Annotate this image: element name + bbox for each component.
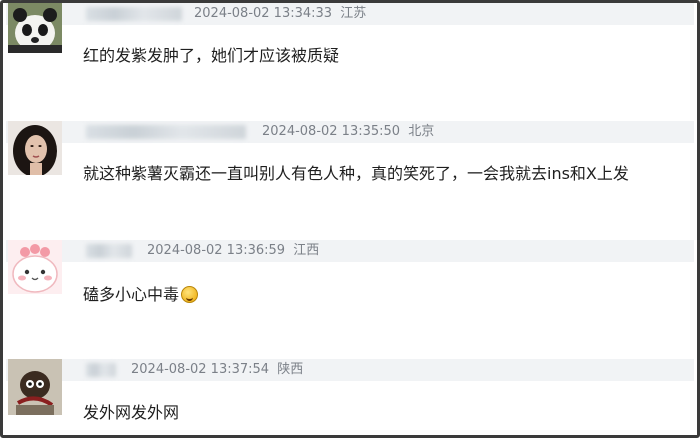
- comment-location: 江西: [293, 243, 320, 258]
- comment-timestamp: 2024-08-02 13:35:50: [262, 124, 401, 139]
- comment-meta: 2024-08-02 13:37:54 陕西: [131, 361, 303, 379]
- comment-item: 2024-08-02 13:34:33 江苏 红的发紫发肿了，她们才应该被质疑: [6, 3, 694, 113]
- comment-meta: 2024-08-02 13:36:59 江西: [147, 242, 319, 260]
- username-blurred[interactable]: [86, 244, 132, 258]
- username-blurred[interactable]: [86, 363, 116, 377]
- cartoon-character-avatar[interactable]: [8, 359, 62, 415]
- comment-text-content: 磕多小心中毒: [83, 285, 180, 304]
- comment-text: 红的发紫发肿了，她们才应该被质疑: [83, 46, 340, 65]
- comment-location: 陕西: [277, 362, 304, 377]
- comment-timestamp: 2024-08-02 13:37:54: [131, 362, 270, 377]
- comment-text: 就这种紫薯灭霸还一直叫别人有色人种，真的笑死了，一会我就去ins和X上发: [83, 164, 629, 183]
- comment-location: 江苏: [340, 6, 367, 21]
- username-blurred[interactable]: [86, 125, 246, 139]
- comment-list: 2024-08-02 13:34:33 江苏 红的发紫发肿了，她们才应该被质疑 …: [0, 0, 700, 438]
- comment-item: 2024-08-02 13:37:54 陕西 发外网发外网: [6, 359, 694, 435]
- comment-timestamp: 2024-08-02 13:36:59: [147, 243, 286, 258]
- panda-avatar[interactable]: [8, 3, 62, 53]
- comment-meta: 2024-08-02 13:35:50 北京: [262, 123, 434, 141]
- comment-item: 2024-08-02 13:36:59 江西 磕多小心中毒: [6, 240, 694, 350]
- laughing-emoji-icon: [181, 286, 199, 303]
- comment-item: 2024-08-02 13:35:50 北京 就这种紫薯灭霸还一直叫别人有色人种…: [6, 121, 694, 231]
- comment-meta: 2024-08-02 13:34:33 江苏: [194, 5, 366, 23]
- comment-timestamp: 2024-08-02 13:34:33: [194, 6, 333, 21]
- comment-text: 磕多小心中毒: [83, 284, 199, 306]
- woman-portrait-avatar[interactable]: [8, 121, 62, 175]
- pink-cartoon-avatar[interactable]: [8, 240, 62, 294]
- username-blurred[interactable]: [86, 7, 182, 21]
- comment-text: 发外网发外网: [83, 403, 180, 422]
- comment-location: 北京: [408, 124, 435, 139]
